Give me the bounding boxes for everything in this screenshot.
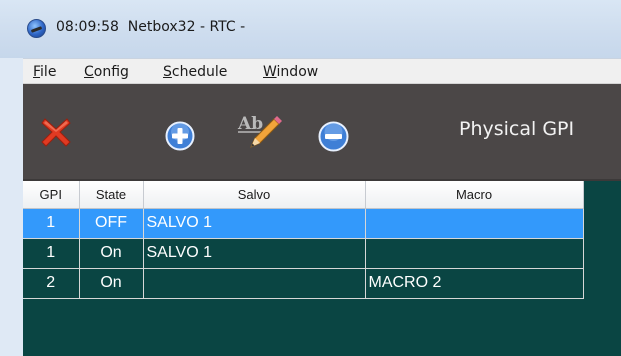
menu-file[interactable]: File <box>33 64 56 80</box>
gpi-table: GPI State Salvo Macro 1 OFF SALVO 1 1 On… <box>23 181 584 299</box>
window-frame-left <box>0 58 23 356</box>
cell-macro[interactable] <box>365 208 584 239</box>
title-separator: - <box>199 19 206 35</box>
title-mode: RTC <box>209 19 236 35</box>
cell-state[interactable]: OFF <box>79 208 144 239</box>
minus-circle-icon <box>318 121 349 152</box>
table-row[interactable]: 1 On SALVO 1 <box>23 238 584 269</box>
rename-button[interactable]: Ab <box>236 111 284 151</box>
cell-state[interactable]: On <box>79 238 144 269</box>
menu-label: indow <box>276 64 319 80</box>
cell-gpi[interactable]: 2 <box>23 268 80 299</box>
plus-circle-icon <box>165 121 195 151</box>
menu-accelerator: S <box>163 64 172 80</box>
menu-window[interactable]: Window <box>263 64 318 80</box>
table-row[interactable]: 2 On MACRO 2 <box>23 268 584 299</box>
menu-bar: File Config Schedule Window <box>23 58 621 84</box>
column-header-state[interactable]: State <box>79 181 144 209</box>
gpi-grid: GPI State Salvo Macro 1 OFF SALVO 1 1 On… <box>23 181 621 356</box>
svg-text:Ab: Ab <box>237 114 263 134</box>
title-bar: 08:09:58 Netbox32 - RTC - <box>0 0 621 58</box>
menu-accelerator: F <box>33 64 41 80</box>
cell-salvo[interactable]: SALVO 1 <box>143 238 366 269</box>
title-separator: - <box>240 19 246 35</box>
menu-schedule[interactable]: Schedule <box>163 64 227 80</box>
cell-salvo[interactable] <box>143 268 366 299</box>
menu-config[interactable]: Config <box>84 64 129 80</box>
window-title: 08:09:58 Netbox32 - RTC - <box>56 19 245 35</box>
header-row: GPI State Salvo Macro <box>23 181 584 209</box>
menu-label: ile <box>40 64 57 80</box>
ab-pencil-icon: Ab <box>237 114 282 148</box>
red-x-icon <box>41 118 71 147</box>
cell-state[interactable]: On <box>79 268 144 299</box>
menu-accelerator: W <box>263 64 277 80</box>
column-header-gpi[interactable]: GPI <box>23 181 80 209</box>
remove-button[interactable] <box>318 121 349 152</box>
app-globe-icon[interactable] <box>27 19 46 38</box>
title-time: 08:09:58 <box>56 19 119 35</box>
delete-button[interactable] <box>40 116 72 148</box>
menu-label: onfig <box>93 64 129 80</box>
cell-macro[interactable]: MACRO 2 <box>365 268 584 299</box>
cell-gpi[interactable]: 1 <box>23 238 80 269</box>
cell-macro[interactable] <box>365 238 584 269</box>
title-app: Netbox32 <box>127 19 196 35</box>
toolbar: Ab Physical GPI <box>23 84 621 181</box>
panel-title: Physical GPI <box>459 118 575 140</box>
cell-salvo[interactable]: SALVO 1 <box>143 208 366 239</box>
add-button[interactable] <box>165 121 195 151</box>
menu-accelerator: C <box>84 64 94 80</box>
column-header-macro[interactable]: Macro <box>365 181 584 209</box>
table-row[interactable]: 1 OFF SALVO 1 <box>23 208 584 239</box>
column-header-salvo[interactable]: Salvo <box>143 181 366 209</box>
cell-gpi[interactable]: 1 <box>23 208 80 239</box>
menu-label: chedule <box>171 64 228 80</box>
